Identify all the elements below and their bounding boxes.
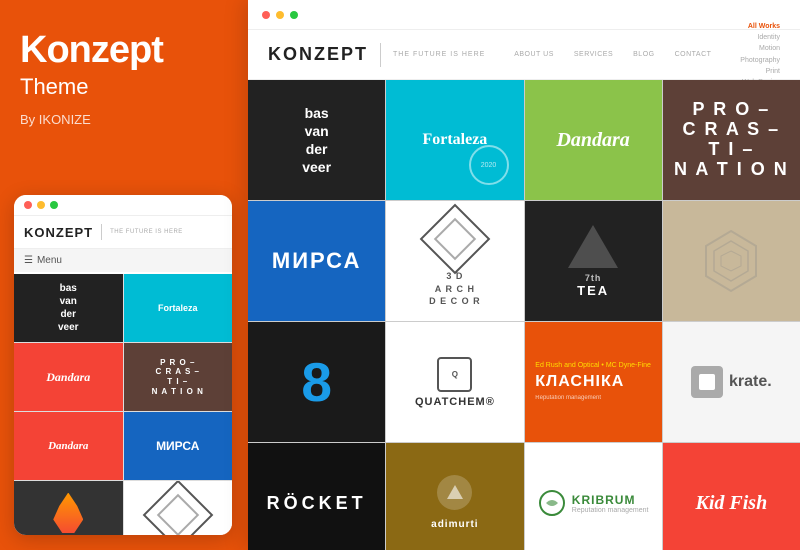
desktop-dot-yellow: [276, 11, 284, 19]
mobile-menu-bar[interactable]: ☰ Menu: [14, 249, 232, 272]
grid-text-mirca: МИРСА: [272, 248, 362, 274]
mobile-tagline: THE FUTURE IS HERE: [110, 229, 183, 235]
menu-icon: ☰: [24, 255, 33, 266]
desktop-mockup: KONZEPT THE FUTURE IS HERE ABOUT US SERV…: [248, 0, 800, 550]
nav-print[interactable]: Print: [740, 66, 780, 77]
grid-text-klasnika: Ed Rush and Optical • MC Dyne-Fine КЛАСН…: [527, 353, 659, 411]
box-3d-icon: [420, 204, 491, 275]
mobile-cell-mirca: МИРСА: [124, 412, 233, 480]
desktop-grid: basvanderveer Fortaleza 2020 Dandara P R…: [248, 80, 800, 550]
fortaleza-ring: 2020: [469, 145, 509, 185]
grid-text-dandara: Dandara: [556, 129, 629, 152]
brand-by: By IKONIZE: [20, 112, 228, 127]
logo-separator: [380, 43, 381, 67]
desktop-tagline: THE FUTURE IS HERE: [393, 51, 485, 58]
grid-text-kribrum: KRIBRUM Reputation management: [538, 489, 649, 517]
nav-all-works[interactable]: All Works: [740, 21, 780, 32]
desktop-top-bar: [248, 0, 800, 30]
desktop-nav: ABOUT US SERVICES BLOG CONTACT: [514, 51, 711, 58]
grid-text-quatchem: Q QUATCHEM®: [415, 357, 495, 408]
grid-cell-fortaleza[interactable]: Fortaleza 2020: [386, 80, 523, 200]
grid-cell-hex[interactable]: [663, 201, 800, 321]
grid-text-bas: basvanderveer: [302, 104, 331, 177]
nav-contact[interactable]: CONTACT: [675, 51, 712, 58]
kribrum-icon: [538, 489, 566, 517]
mobile-cell-pro: P R O –C R A S –T I –N A T I O N: [124, 343, 233, 411]
grid-cell-tea[interactable]: 7th TEA: [525, 201, 662, 321]
mobile-grid: basvanderveer Fortaleza Dandara P R O –C…: [14, 274, 232, 535]
mobile-cell-dandara: Dandara: [14, 343, 123, 411]
desktop-dot-green: [290, 11, 298, 19]
grid-cell-mirca[interactable]: МИРСА: [248, 201, 385, 321]
left-panel: Konzept Theme By IKONIZE KONZEPT THE FUT…: [0, 0, 248, 550]
desktop-nav-right: All Works Identity Motion Photography Pr…: [740, 21, 780, 88]
grid-text-3d: 3 DA R C HD E C O R: [429, 270, 481, 308]
mobile-cell-fortaleza: Fortaleza: [124, 274, 233, 342]
triangle-icon: [568, 225, 618, 268]
grid-text-8: 8: [301, 350, 332, 414]
grid-cell-krate[interactable]: krate.: [663, 322, 800, 442]
dot-red: [24, 201, 32, 209]
grid-text-tea: 7th TEA: [568, 225, 618, 298]
mobile-mockup: KONZEPT THE FUTURE IS HERE ☰ Menu basvan…: [14, 195, 232, 535]
hexagon-icon: [696, 226, 766, 296]
dot-yellow: [37, 201, 45, 209]
grid-text-kidfish: Kid Fish: [696, 492, 768, 515]
mobile-cell-script2: Dandara: [14, 412, 123, 480]
grid-text-rocket: RÖCKET: [267, 493, 367, 514]
grid-cell-kribrum[interactable]: KRIBRUM Reputation management: [525, 443, 662, 550]
nav-services[interactable]: SERVICES: [574, 51, 613, 58]
mobile-header: KONZEPT THE FUTURE IS HERE: [14, 216, 232, 249]
nav-about[interactable]: ABOUT US: [514, 51, 554, 58]
grid-cell-dandara[interactable]: Dandara: [525, 80, 662, 200]
nav-identity[interactable]: Identity: [740, 32, 780, 43]
grid-text-krate: krate.: [691, 366, 772, 398]
desktop-logo: KONZEPT: [268, 44, 368, 65]
grid-cell-bas[interactable]: basvanderveer: [248, 80, 385, 200]
grid-text-adimurti: adimurti: [431, 475, 478, 532]
grid-cell-quatchem[interactable]: Q QUATCHEM®: [386, 322, 523, 442]
menu-label: Menu: [37, 255, 62, 266]
grid-cell-rocket[interactable]: RÖCKET: [248, 443, 385, 550]
brand-subtitle: Theme: [20, 74, 228, 100]
mobile-cell-bas: basvanderveer: [14, 274, 123, 342]
mobile-cell-3d: [124, 481, 233, 535]
mobile-logo: KONZEPT: [24, 225, 93, 240]
brand-title: Konzept: [20, 30, 228, 72]
grid-cell-kidfish[interactable]: Kid Fish: [663, 443, 800, 550]
box-3d-icon: [142, 481, 213, 535]
mobile-cell-fire: [14, 481, 123, 535]
grid-cell-adimurti[interactable]: adimurti: [386, 443, 523, 550]
grid-cell-pro[interactable]: P R O –C R A S –T I –N A T I O N: [663, 80, 800, 200]
desktop-logo-area: KONZEPT THE FUTURE IS HERE: [268, 43, 485, 67]
nav-motion[interactable]: Motion: [740, 43, 780, 54]
nav-blog[interactable]: BLOG: [633, 51, 654, 58]
desktop-dot-red: [262, 11, 270, 19]
grid-cell-8[interactable]: 8: [248, 322, 385, 442]
desktop-header: KONZEPT THE FUTURE IS HERE ABOUT US SERV…: [248, 30, 800, 80]
nav-photography[interactable]: Photography: [740, 55, 780, 66]
grid-cell-3d[interactable]: 3 DA R C HD E C O R: [386, 201, 523, 321]
grid-text-pro: P R O –C R A S –T I –N A T I O N: [674, 100, 789, 179]
krate-icon: [691, 366, 723, 398]
dot-green: [50, 201, 58, 209]
grid-text-fortaleza: Fortaleza 2020: [422, 132, 487, 148]
grid-cell-klasnika[interactable]: Ed Rush and Optical • MC Dyne-Fine КЛАСН…: [525, 322, 662, 442]
mobile-top-bar: [14, 195, 232, 216]
